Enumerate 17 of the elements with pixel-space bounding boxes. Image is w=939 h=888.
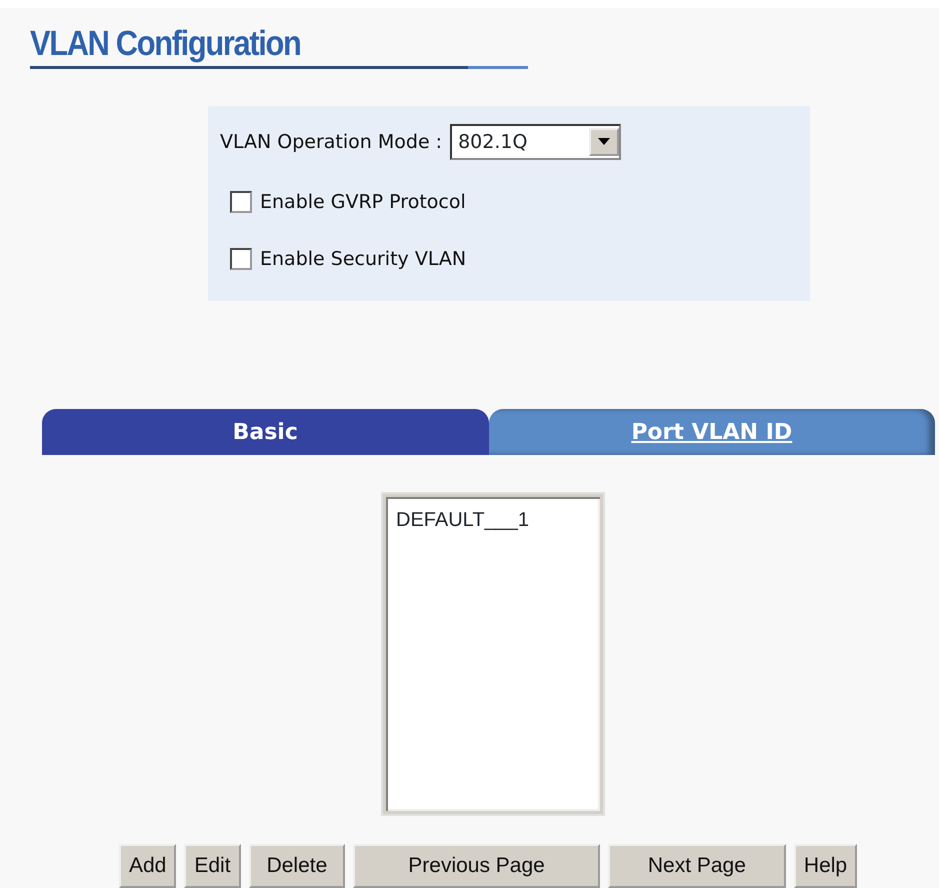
vlan-listbox[interactable]: DEFAULT___1	[383, 494, 603, 814]
list-item[interactable]: DEFAULT___1	[396, 505, 590, 535]
action-button[interactable]: Add	[119, 844, 176, 888]
action-button[interactable]: Previous Page	[353, 844, 600, 888]
action-button[interactable]: Edit	[184, 844, 241, 888]
checkbox-label: Enable GVRP Protocol	[260, 190, 466, 215]
action-button[interactable]: Help	[794, 844, 858, 888]
checkbox-label: Enable Security VLAN	[260, 246, 466, 272]
mode-label: VLAN Operation Mode :	[220, 130, 442, 155]
tab[interactable]: Port VLAN ID	[488, 409, 935, 455]
action-button[interactable]: Delete	[248, 844, 346, 888]
checkbox[interactable]	[230, 191, 252, 214]
action-button[interactable]: Next Page	[608, 844, 786, 888]
tab[interactable]: Basic	[42, 409, 488, 455]
page-title: VLAN Configuration	[30, 26, 301, 61]
mode-dropdown[interactable]: 802.1Q	[450, 124, 622, 160]
checkbox[interactable]	[230, 248, 252, 270]
